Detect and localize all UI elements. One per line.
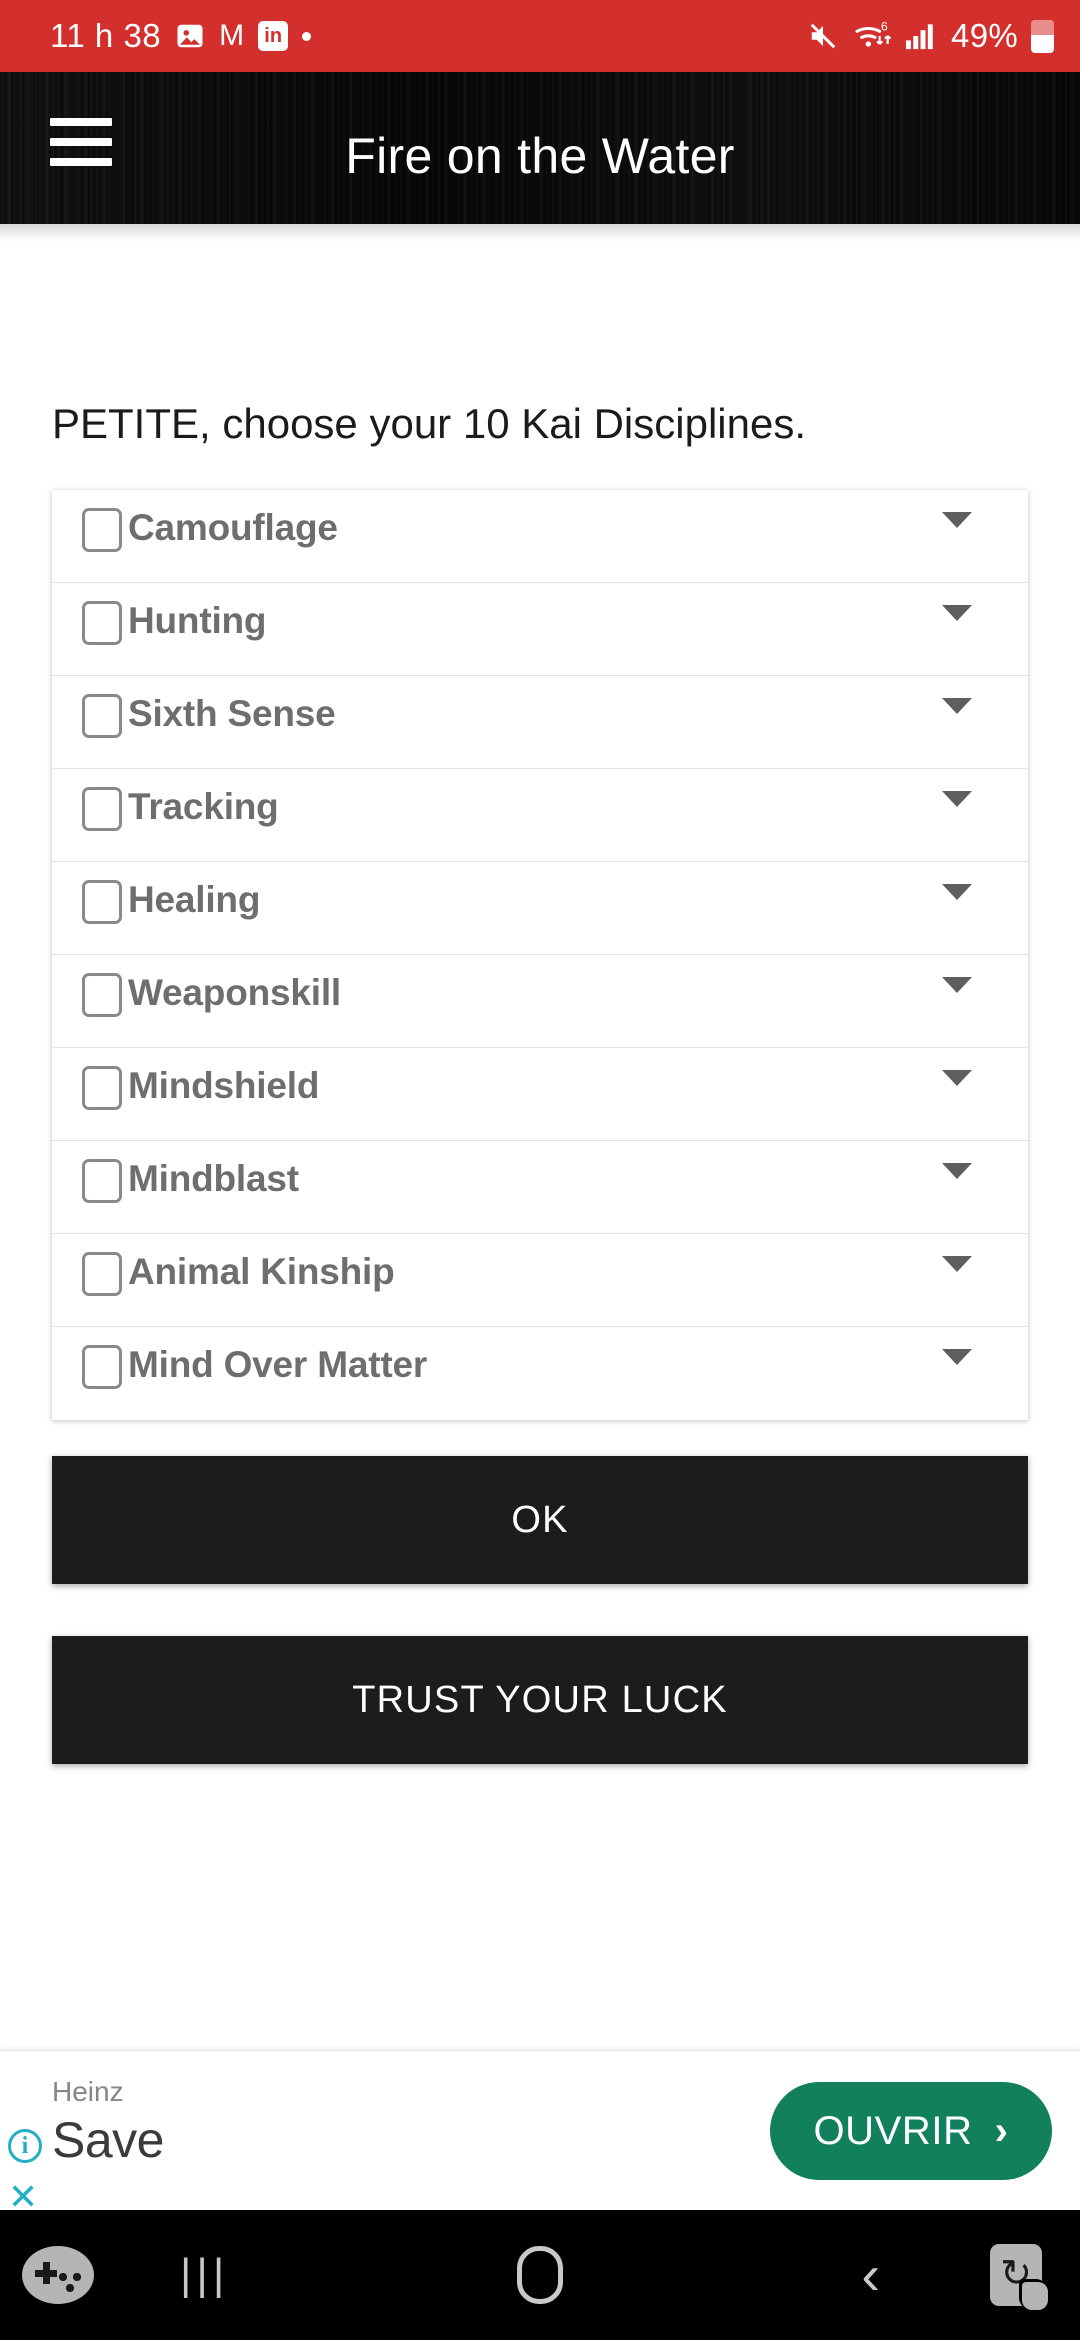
discipline-row[interactable]: Weaponskill [52, 955, 1028, 1048]
discipline-row[interactable]: Sixth Sense [52, 676, 1028, 769]
svg-text:6: 6 [881, 20, 888, 34]
discipline-checkbox[interactable] [82, 1159, 122, 1203]
discipline-row[interactable]: Healing [52, 862, 1028, 955]
chevron-down-icon[interactable] [942, 977, 972, 993]
chevron-down-icon[interactable] [942, 1070, 972, 1086]
screen-rotate-icon[interactable] [990, 2244, 1048, 2310]
main-content: PETITE, choose your 10 Kai Disciplines. … [0, 224, 1080, 1764]
discipline-row[interactable]: Animal Kinship [52, 1234, 1028, 1327]
chevron-down-icon[interactable] [942, 512, 972, 528]
ad-headline: Save [52, 2112, 164, 2168]
prompt-text: PETITE, choose your 10 Kai Disciplines. [52, 400, 806, 447]
discipline-label: Hunting [128, 600, 267, 641]
page-title: Fire on the Water [345, 128, 735, 184]
home-icon[interactable] [517, 2246, 563, 2304]
chevron-right-icon: › [994, 2109, 1009, 2153]
discipline-row[interactable]: Mind Over Matter [52, 1327, 1028, 1420]
back-icon[interactable]: ‹ [861, 2247, 880, 2303]
discipline-label: Weaponskill [128, 972, 342, 1013]
discipline-checkbox[interactable] [82, 787, 122, 831]
chevron-down-icon[interactable] [942, 884, 972, 900]
chevron-down-icon[interactable] [942, 1163, 972, 1179]
phone-screen: 11 h 38 M in 6 49% Fire on the Water PET… [0, 0, 1080, 2340]
status-bar-left: 11 h 38 M in [50, 17, 312, 55]
discipline-label: Mindshield [128, 1065, 320, 1106]
info-icon[interactable]: i [8, 2129, 42, 2163]
chevron-down-icon[interactable] [942, 1349, 972, 1365]
discipline-row[interactable]: Hunting [52, 583, 1028, 676]
discipline-label: Sixth Sense [128, 693, 336, 734]
discipline-label: Healing [128, 879, 261, 920]
gmail-icon: M [219, 19, 245, 52]
chevron-down-icon[interactable] [942, 605, 972, 621]
discipline-checkbox[interactable] [82, 601, 122, 645]
discipline-checkbox[interactable] [82, 973, 122, 1017]
status-clock: 11 h 38 [50, 17, 162, 54]
discipline-checkbox[interactable] [82, 694, 122, 738]
discipline-label: Mindblast [128, 1158, 299, 1199]
discipline-label: Mind Over Matter [128, 1344, 428, 1385]
mute-icon [806, 21, 840, 51]
signal-icon [906, 22, 938, 50]
discipline-row[interactable]: Mindblast [52, 1141, 1028, 1234]
linkedin-icon: in [258, 21, 289, 51]
image-icon [175, 21, 205, 51]
discipline-label: Tracking [128, 786, 279, 827]
battery-icon [1031, 19, 1054, 53]
dot-indicator [302, 31, 312, 41]
ad-cta-label: OUVRIR [813, 2108, 973, 2153]
battery-percent: 49% [951, 17, 1018, 54]
discipline-label: Animal Kinship [128, 1251, 395, 1292]
chevron-down-icon[interactable] [942, 698, 972, 714]
discipline-checkbox[interactable] [82, 508, 122, 552]
discipline-label: Camouflage [128, 507, 338, 548]
recents-icon[interactable]: ||| [180, 2250, 229, 2300]
ok-button[interactable]: OK [52, 1456, 1028, 1584]
discipline-row[interactable]: Mindshield [52, 1048, 1028, 1141]
status-bar: 11 h 38 M in 6 49% [0, 0, 1080, 72]
ad-cta-button[interactable]: OUVRIR › [770, 2082, 1052, 2180]
app-bar: Fire on the Water [0, 72, 1080, 224]
ad-advertiser: Heinz [52, 2076, 124, 2107]
trust-your-luck-button[interactable]: TRUST YOUR LUCK [52, 1636, 1028, 1764]
game-booster-icon[interactable] [22, 2246, 94, 2304]
discipline-row[interactable]: Tracking [52, 769, 1028, 862]
discipline-row[interactable]: Camouflage [52, 490, 1028, 583]
chevron-down-icon[interactable] [942, 791, 972, 807]
discipline-checkbox[interactable] [82, 880, 122, 924]
ad-banner: i ✕ Heinz Save OUVRIR › [0, 2050, 1080, 2215]
discipline-checkbox[interactable] [82, 1066, 122, 1110]
disciplines-list: Camouflage Hunting Sixth Sense Tracking [52, 490, 1028, 1420]
discipline-checkbox[interactable] [82, 1345, 122, 1389]
chevron-down-icon[interactable] [942, 1256, 972, 1272]
discipline-checkbox[interactable] [82, 1252, 122, 1296]
android-nav-bar: ||| ‹ [0, 2210, 1080, 2340]
status-bar-right: 6 49% [806, 17, 1054, 55]
wifi-icon: 6 [853, 20, 893, 52]
